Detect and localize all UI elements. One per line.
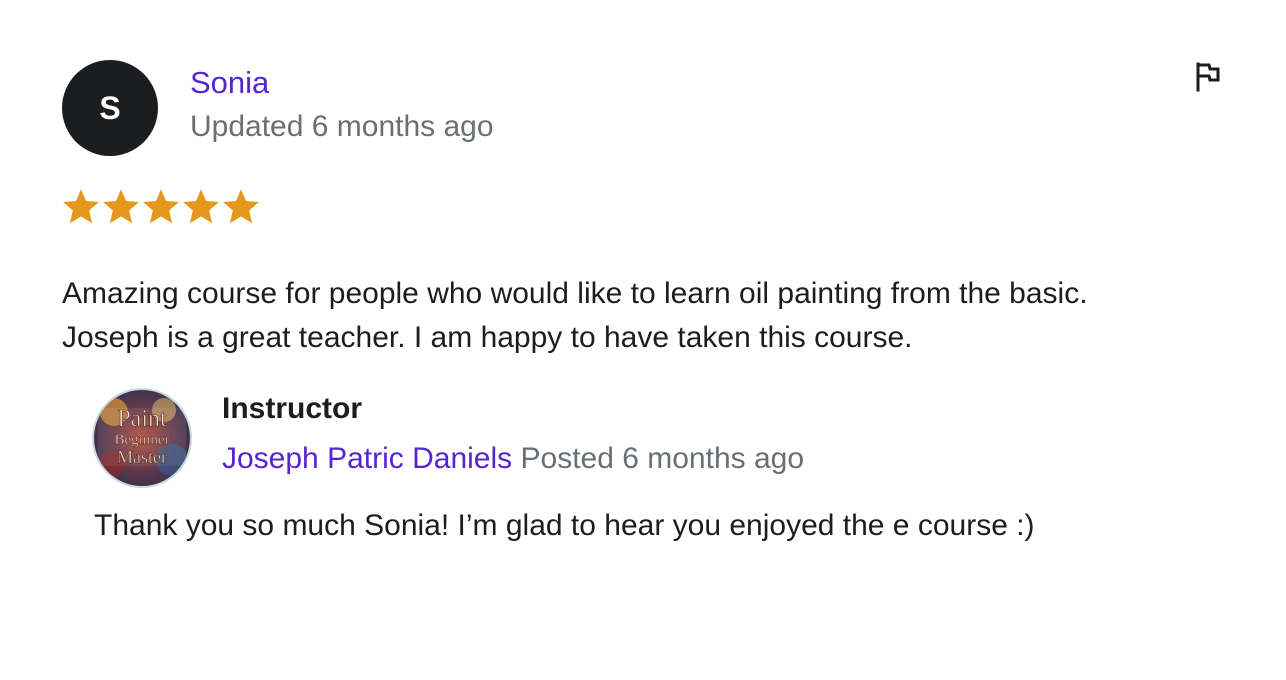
reviewer-avatar: S <box>62 60 158 156</box>
review-text: Amazing course for people who would like… <box>62 272 1232 360</box>
star-icon <box>183 189 219 224</box>
review-text-line: Amazing course for people who would like… <box>62 277 1088 310</box>
star-icon <box>143 189 179 224</box>
instructor-name-link[interactable]: Joseph Patric Daniels <box>222 442 512 475</box>
star-rating <box>62 188 260 226</box>
instructor-avatar: Paint Beginner Master <box>94 390 190 486</box>
star-icon <box>63 189 99 224</box>
instructor-role-label: Instructor <box>222 392 363 425</box>
review-card: S Sonia Updated 6 months ago Amazing cou… <box>0 0 1286 680</box>
report-flag-icon[interactable] <box>1190 60 1226 96</box>
response-date: Posted 6 months ago <box>520 442 805 475</box>
instructor-response-text: Thank you so much Sonia! I’m glad to hea… <box>94 509 1035 542</box>
star-icon <box>103 189 139 224</box>
instructor-logo-image: Paint Beginner Master <box>94 390 190 486</box>
svg-text:Paint: Paint <box>117 406 167 432</box>
star-icon <box>223 189 259 224</box>
svg-text:Beginner: Beginner <box>115 432 170 448</box>
review-date: Updated 6 months ago <box>190 110 494 143</box>
reviewer-name[interactable]: Sonia <box>190 64 269 102</box>
svg-text:Master: Master <box>117 447 167 467</box>
review-text-line: Joseph is a great teacher. I am happy to… <box>62 321 913 354</box>
avatar-initial: S <box>99 89 121 126</box>
instructor-meta: Joseph Patric Daniels Posted 6 months ag… <box>222 440 804 478</box>
